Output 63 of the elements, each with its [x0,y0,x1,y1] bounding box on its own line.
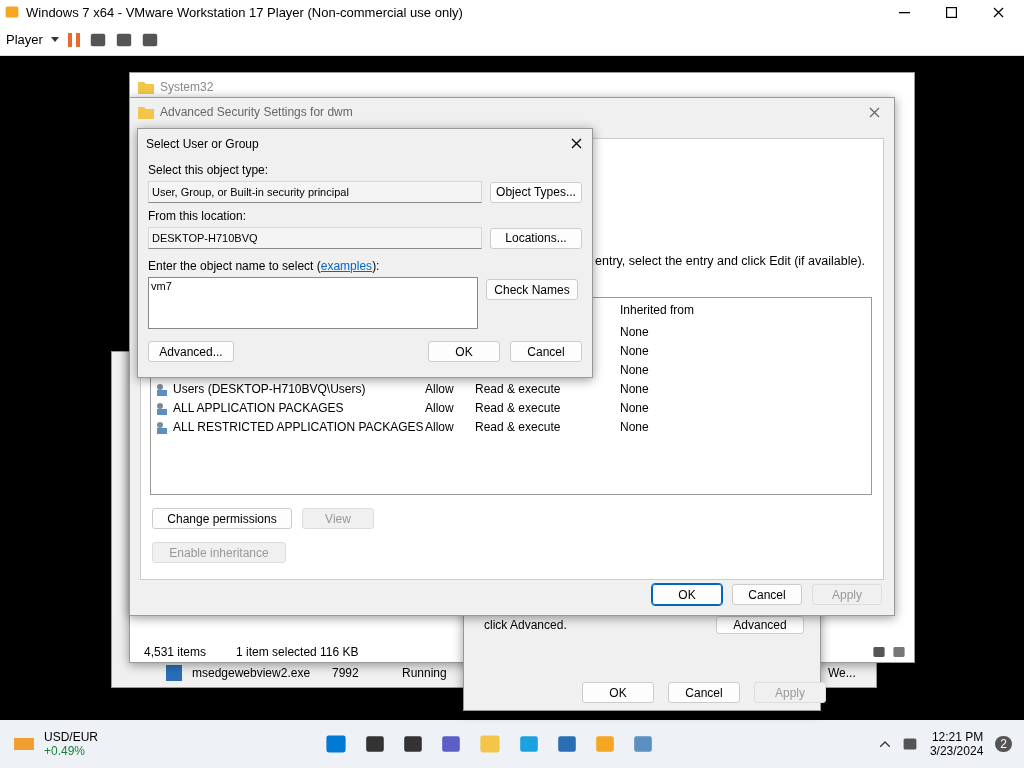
table-cell-text: Allow [425,381,455,396]
table-cell: ALL RESTRICTED APPLICATION PACKAGES [173,419,424,434]
notification-badge[interactable]: 2 [995,736,1012,752]
group-icon [155,400,169,415]
chevron-icon[interactable] [879,741,890,747]
maximize-icon[interactable] [946,6,957,18]
window-title: System32 [160,80,214,94]
hint-text: click Advanced. [484,618,567,632]
clock-date[interactable]: 3/23/2024 [929,744,984,758]
object-types-button[interactable]: Object Types... [490,181,582,203]
table-cell-text: Inherited from [620,303,696,317]
caret-icon[interactable] [50,37,59,42]
object-type-field: User, Group, or Built-in security principal [148,181,482,203]
field-label: Select this object type: [148,163,270,177]
table-cell-text: None [620,381,650,396]
group-icon [155,419,169,434]
table-cell-text: Allow [425,400,455,415]
status-text: 4,531 items [144,645,207,659]
locations-button[interactable]: Locations... [490,227,582,249]
table-cell-text: None [620,362,650,377]
dialog-button[interactable]: OK [652,584,722,605]
dialog-title: Select User or Group [146,137,259,151]
table-cell-text: None [620,400,650,415]
group-icon [155,381,169,396]
window-title: Windows 7 x64 - VMware Workstation 17 Player (Non-commercial use only) [26,4,463,20]
table-cell-text: Allow [425,419,455,434]
hint-text: entry, select the entry and click Edit (if available). [595,254,866,268]
status-text: 1 item selected 116 KB [236,645,359,659]
action-button[interactable]: Change permissions [152,508,292,529]
table-cell-text: msedgewebview2.exe [192,666,312,680]
clock-time[interactable]: 12:21 PM [931,730,984,744]
location-field: DESKTOP-H710BVQ [148,227,482,249]
close-icon[interactable] [993,6,1004,18]
pause-icon[interactable] [66,31,81,48]
object-name-field[interactable]: vm7 [148,277,478,329]
dialog-button[interactable]: Cancel [668,682,740,703]
table-cell-text: Running [402,666,448,680]
table-cell-text: Read & execute [475,419,562,434]
examples-link[interactable]: examples [320,259,373,273]
field-label: Enter the object name to select (examples): [148,259,381,273]
table-cell-text: Read & execute [475,381,562,396]
field-label: From this location: [148,209,248,223]
table-cell: Users (DESKTOP-H710BVQ\Users) [173,381,366,396]
close-icon[interactable] [571,138,582,149]
advanced-button[interactable]: Advanced... [148,341,234,362]
cancel-button[interactable]: Cancel [510,341,582,362]
check-names-button[interactable]: Check Names [486,279,578,300]
table-cell: ALL APPLICATION PACKAGES [173,400,344,415]
player-menu[interactable]: Player [6,32,43,47]
widget-value: +0.49% [44,744,87,758]
table-cell-text: 7992 [332,666,360,680]
table-cell-text: None [620,324,650,339]
ok-button[interactable]: OK [428,341,500,362]
table-cell: We... [828,666,856,680]
minimize-icon[interactable] [899,10,910,14]
window-title: Advanced Security Settings for dwm [160,105,353,119]
table-cell-text: None [620,419,650,434]
table-cell-text: Read & execute [475,400,562,415]
dialog-button[interactable]: OK [582,682,654,703]
advanced-button[interactable]: Advanced [716,616,804,634]
dialog-button[interactable]: Cancel [732,584,802,605]
widget-title: USD/EUR [44,730,98,744]
table-cell-text: None [620,343,650,358]
